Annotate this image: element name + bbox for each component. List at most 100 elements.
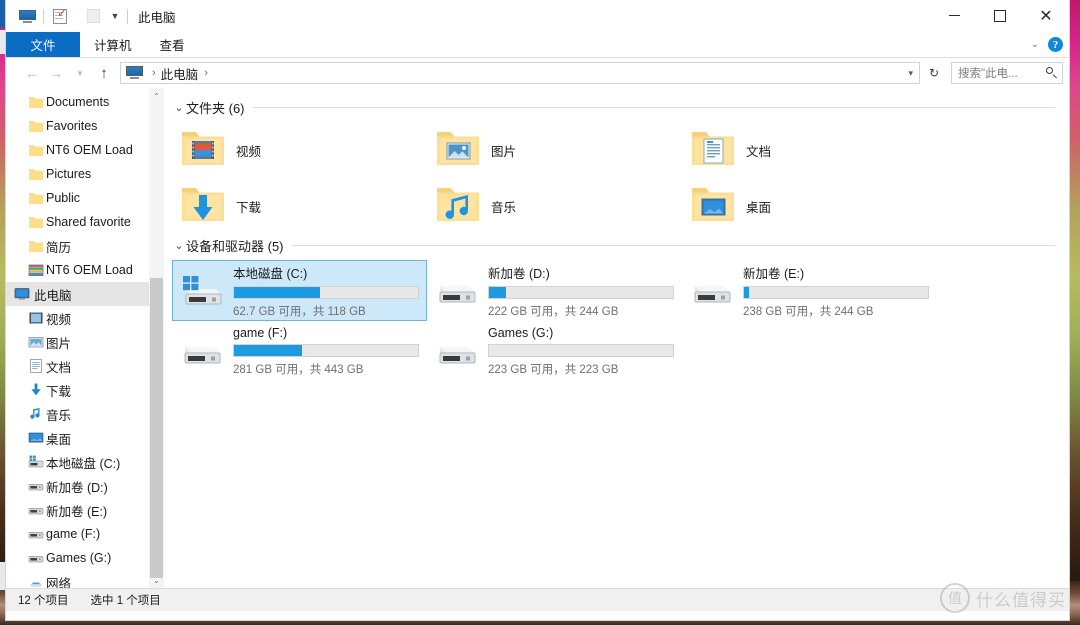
folder-icon <box>28 166 44 182</box>
documents-icon <box>28 358 44 374</box>
sidebar-item-14[interactable]: 桌面 <box>6 426 164 450</box>
folder-tile-label: 下载 <box>236 200 262 215</box>
recent-locations-icon[interactable]: ▾ <box>68 61 92 85</box>
folder-tile[interactable]: 图片 <box>427 122 682 178</box>
drive-tile[interactable]: 本地磁盘 (C:) 62.7 GB 可用，共 118 GB <box>172 260 427 321</box>
sidebar-item-7[interactable]: NT6 OEM Load <box>6 258 164 282</box>
sidebar-item-11[interactable]: 文档 <box>6 354 164 378</box>
navigation-tree: Documents Favorites NT6 OEM Load Pictures Pu… <box>6 88 164 588</box>
sidebar-item-label: Documents <box>46 95 110 109</box>
pictures-icon <box>28 334 44 350</box>
group-header-1: ⌄ 设备和驱动器 (5) <box>164 234 1069 256</box>
up-button[interactable]: ↑ <box>92 61 116 85</box>
properties-icon[interactable] <box>47 4 73 28</box>
drive-icon <box>434 335 480 369</box>
drive-icon <box>689 274 735 308</box>
sidebar-item-19[interactable]: Games (G:) <box>6 546 164 570</box>
drive-tile[interactable]: 新加卷 (D:) 222 GB 可用，共 244 GB <box>427 260 682 321</box>
toolbar-divider-3 <box>127 8 128 24</box>
title-bar[interactable]: ▼ 此电脑 ✕ <box>6 0 1069 32</box>
sidebar-item-8[interactable]: 此电脑 <box>6 282 164 306</box>
breadcrumb[interactable]: › 此电脑 › ▾ <box>120 62 920 84</box>
drive-info: 新加卷 (E:) 238 GB 可用，共 244 GB <box>743 263 929 319</box>
drive-capacity-bar <box>233 285 419 299</box>
refresh-button[interactable]: ↻ <box>922 61 946 85</box>
sidebar-item-1[interactable]: Favorites <box>6 114 164 138</box>
folder-tile[interactable]: 文档 <box>682 122 937 178</box>
this-pc-icon[interactable] <box>14 4 40 28</box>
status-item-count: 12 个项目 <box>18 595 69 607</box>
sidebar-item-0[interactable]: Documents <box>6 90 164 114</box>
group-collapse-chevron-icon[interactable]: ⌄ <box>172 239 186 252</box>
sidebar-item-label: NT6 OEM Load <box>46 143 133 157</box>
sidebar-item-label: 图片 <box>46 336 72 351</box>
folder-icon <box>28 214 44 230</box>
search-icon[interactable] <box>1046 67 1058 79</box>
customize-toolbar-chevron-icon[interactable]: ▼ <box>106 4 124 28</box>
navigation-scrollbar[interactable]: ⌃ ⌄ <box>149 88 164 588</box>
sidebar-item-20[interactable]: 网络 <box>6 570 164 588</box>
folder-tile[interactable]: 下载 <box>172 178 427 234</box>
drive-free-text: 238 GB 可用，共 244 GB <box>743 305 874 318</box>
sidebar-item-2[interactable]: NT6 OEM Load <box>6 138 164 162</box>
breadcrumb-item-this-pc[interactable]: 此电脑 <box>161 64 199 83</box>
drive-tile[interactable]: 新加卷 (E:) 238 GB 可用，共 244 GB <box>682 260 937 321</box>
tab-computer[interactable]: 计算机 <box>80 32 146 57</box>
navigation-pane: Documents Favorites NT6 OEM Load Pictures Pu… <box>6 88 164 588</box>
breadcrumb-separator[interactable]: › <box>204 67 208 79</box>
chevron-down-icon[interactable]: ⌄ <box>1031 39 1039 50</box>
tab-file[interactable]: 文件 <box>6 32 80 57</box>
sidebar-item-17[interactable]: 新加卷 (E:) <box>6 498 164 522</box>
maximize-button[interactable] <box>977 0 1023 31</box>
address-dropdown-icon[interactable]: ▾ <box>908 68 913 79</box>
close-button[interactable]: ✕ <box>1023 0 1069 31</box>
drive-info: Games (G:) 223 GB 可用，共 223 GB <box>488 326 674 377</box>
group-header-0: ⌄ 文件夹 (6) <box>164 96 1069 118</box>
explorer-body: Documents Favorites NT6 OEM Load Pictures Pu… <box>6 88 1069 588</box>
breadcrumb-separator-lead: › <box>152 67 156 79</box>
sidebar-item-3[interactable]: Pictures <box>6 162 164 186</box>
sidebar-item-label: 桌面 <box>46 432 72 447</box>
drive-info: game (F:) 281 GB 可用，共 443 GB <box>233 326 419 377</box>
sidebar-item-5[interactable]: Shared favorite <box>6 210 164 234</box>
drive-tile[interactable]: game (F:) 281 GB 可用，共 443 GB <box>172 321 427 382</box>
scroll-down-icon[interactable]: ⌄ <box>149 572 164 588</box>
sidebar-item-12[interactable]: 下载 <box>6 378 164 402</box>
back-button[interactable]: ← <box>20 61 44 85</box>
sidebar-item-16[interactable]: 新加卷 (D:) <box>6 474 164 498</box>
sidebar-item-label: 音乐 <box>46 408 72 423</box>
sidebar-item-6[interactable]: 简历 <box>6 234 164 258</box>
sidebar-item-label: NT6 OEM Load <box>46 263 133 277</box>
folder-tile-label: 桌面 <box>746 200 772 215</box>
search-input[interactable]: 搜索"此电... <box>951 62 1063 84</box>
music-icon <box>28 406 44 422</box>
sidebar-item-18[interactable]: game (F:) <box>6 522 164 546</box>
sidebar-item-label: 新加卷 (E:) <box>46 504 108 519</box>
scroll-up-icon[interactable]: ⌃ <box>149 88 164 104</box>
blank-icon[interactable] <box>80 4 106 28</box>
quick-access-toolbar: ▼ <box>6 4 131 28</box>
status-bar: 12 个项目 选中 1 个项目 <box>6 588 1069 611</box>
sidebar-item-10[interactable]: 图片 <box>6 330 164 354</box>
folder-tile[interactable]: 桌面 <box>682 178 937 234</box>
sidebar-item-4[interactable]: Public <box>6 186 164 210</box>
sidebar-item-label: Pictures <box>46 167 92 181</box>
group-collapse-chevron-icon[interactable]: ⌄ <box>172 101 186 114</box>
forward-button[interactable]: → <box>44 61 68 85</box>
scrollbar-thumb[interactable] <box>150 278 163 578</box>
sidebar-item-9[interactable]: 视频 <box>6 306 164 330</box>
sidebar-item-15[interactable]: 本地磁盘 (C:) <box>6 450 164 474</box>
window-controls: ✕ <box>931 0 1069 31</box>
drive-name: 本地磁盘 (C:) <box>233 266 308 281</box>
folder-desktop-icon <box>690 183 736 230</box>
file-explorer-window: ▼ 此电脑 ✕ 文件 计算机 查看 ⌄ ? ← → ▾ ↑ › 此电脑 <box>6 0 1069 620</box>
sidebar-item-13[interactable]: 音乐 <box>6 402 164 426</box>
folder-tile[interactable]: 音乐 <box>427 178 682 234</box>
drive-tile[interactable]: Games (G:) 223 GB 可用，共 223 GB <box>427 321 682 382</box>
folder-tile[interactable]: 视频 <box>172 122 427 178</box>
minimize-button[interactable] <box>931 0 977 31</box>
drive-capacity-bar <box>233 344 419 357</box>
network-icon <box>28 574 44 588</box>
tab-view[interactable]: 查看 <box>146 32 199 57</box>
help-icon[interactable]: ? <box>1048 37 1063 52</box>
